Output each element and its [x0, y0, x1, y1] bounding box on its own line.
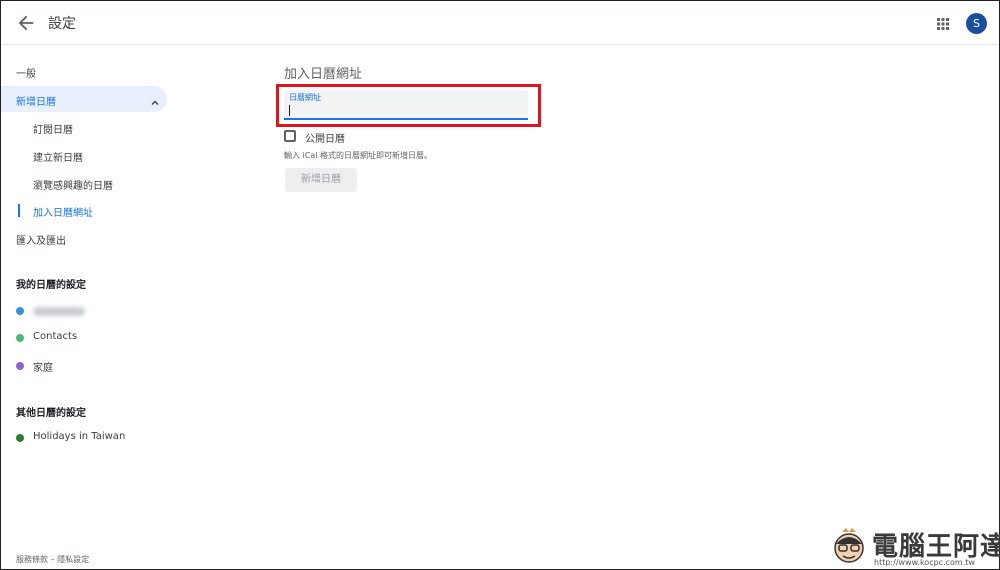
privacy-link[interactable]: 隱私設定	[57, 555, 89, 564]
page-title: 設定	[48, 16, 76, 32]
calendar-color-dot	[16, 334, 24, 342]
watermark: 電腦王阿達 http://www.kocpc.com.tw	[830, 523, 1000, 569]
nav-create-calendar[interactable]: 建立新日曆	[33, 149, 83, 164]
terms-link[interactable]: 服務條款	[16, 555, 48, 564]
account-avatar[interactable]: S	[966, 13, 987, 34]
ical-hint-text: 輸入 iCal 格式的日曆網址即可新增日曆。	[284, 151, 433, 160]
calendar-color-dot	[16, 434, 24, 442]
calendar-label: Holidays in Taiwan	[33, 431, 126, 442]
section-title: 加入日曆網址	[284, 67, 363, 82]
calendar-color-dot	[16, 362, 24, 370]
mascot-face-icon	[830, 526, 868, 564]
blurred-calendar-name	[33, 307, 85, 316]
nav-import-export[interactable]: 匯入及匯出	[16, 232, 66, 247]
nav-from-url[interactable]: 加入日曆網址	[33, 204, 93, 219]
top-bar: 設定 S	[1, 1, 999, 45]
apps-grid-icon[interactable]	[936, 16, 950, 30]
public-calendar-checkbox[interactable]	[284, 130, 296, 142]
chevron-up-icon	[150, 93, 160, 105]
add-calendar-button[interactable]: 新增日曆	[285, 168, 357, 192]
nav-general[interactable]: 一般	[16, 65, 36, 80]
calendar-label: 家庭	[33, 363, 53, 374]
nav-browse-calendars[interactable]: 瀏覽感興趣的日曆	[33, 177, 113, 192]
my-calendars-heading: 我的日曆的設定	[16, 280, 86, 291]
nav-subscribe-calendar[interactable]: 訂閱日曆	[33, 121, 73, 136]
nav-add-calendar-label: 新增日曆	[16, 97, 56, 108]
public-calendar-label[interactable]: 公開日曆	[305, 130, 345, 145]
watermark-url: http://www.kocpc.com.tw	[874, 558, 975, 567]
nav-add-calendar[interactable]: 新增日曆	[1, 86, 167, 112]
selected-indicator	[18, 204, 20, 217]
back-arrow-icon[interactable]	[15, 12, 37, 34]
calendar-label: Contacts	[33, 331, 78, 342]
annotation-highlight	[276, 84, 541, 127]
calendar-color-dot	[16, 307, 24, 315]
footer-separator: –	[48, 555, 58, 564]
other-calendars-heading: 其他日曆的設定	[16, 408, 86, 419]
footer-links: 服務條款 – 隱私設定	[16, 554, 89, 565]
